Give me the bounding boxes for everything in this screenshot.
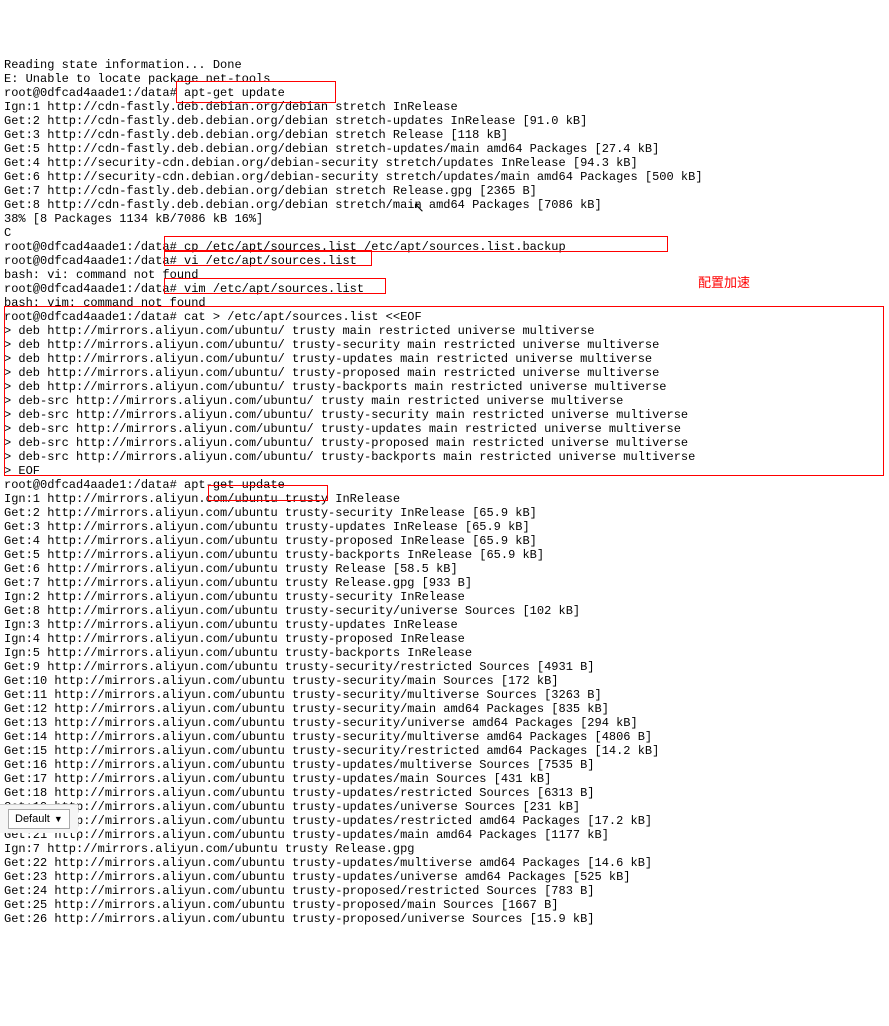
terminal-line: root@0dfcad4aade1:/data# apt-get update [4,86,885,100]
terminal-line: Get:15 http://mirrors.aliyun.com/ubuntu … [4,744,885,758]
encoding-dropdown[interactable]: Default ▼ [8,809,70,829]
terminal-line: Get:25 http://mirrors.aliyun.com/ubuntu … [4,898,885,912]
terminal-line: Get:13 http://mirrors.aliyun.com/ubuntu … [4,716,885,730]
terminal-line: Ign:1 http://mirrors.aliyun.com/ubuntu t… [4,492,885,506]
terminal-line: Get:5 http://cdn-fastly.deb.debian.org/d… [4,142,885,156]
terminal-line: Get:19 http://mirrors.aliyun.com/ubuntu … [4,800,885,814]
terminal-line: Get:14 http://mirrors.aliyun.com/ubuntu … [4,730,885,744]
terminal-line: Reading state information... Done [4,58,885,72]
terminal-line: Get:2 http://mirrors.aliyun.com/ubuntu t… [4,506,885,520]
terminal-line: > deb http://mirrors.aliyun.com/ubuntu/ … [4,380,885,394]
terminal-line: bash: vim: command not found [4,296,885,310]
terminal-line: Ign:5 http://mirrors.aliyun.com/ubuntu t… [4,646,885,660]
terminal-line: Get:9 http://mirrors.aliyun.com/ubuntu t… [4,660,885,674]
terminal-line: > deb-src http://mirrors.aliyun.com/ubun… [4,422,885,436]
terminal-line: Get:17 http://mirrors.aliyun.com/ubuntu … [4,772,885,786]
terminal-line: > deb-src http://mirrors.aliyun.com/ubun… [4,394,885,408]
terminal-line: Get:4 http://mirrors.aliyun.com/ubuntu t… [4,534,885,548]
terminal-line: > deb-src http://mirrors.aliyun.com/ubun… [4,450,885,464]
terminal-line: Get:8 http://cdn-fastly.deb.debian.org/d… [4,198,885,212]
terminal-line: Get:3 http://mirrors.aliyun.com/ubuntu t… [4,520,885,534]
status-bar: Default ▼ [0,804,78,833]
terminal-line: root@0dfcad4aade1:/data# cp /etc/apt/sou… [4,240,885,254]
terminal-line: Ign:1 http://cdn-fastly.deb.debian.org/d… [4,100,885,114]
terminal-line: > EOF [4,464,885,478]
terminal-line: root@0dfcad4aade1:/data# apt-get update [4,478,885,492]
terminal-line: > deb-src http://mirrors.aliyun.com/ubun… [4,436,885,450]
terminal-line: Get:6 http://mirrors.aliyun.com/ubuntu t… [4,562,885,576]
terminal-line: Get:12 http://mirrors.aliyun.com/ubuntu … [4,702,885,716]
terminal-line: Get:7 http://cdn-fastly.deb.debian.org/d… [4,184,885,198]
terminal-line: Get:3 http://cdn-fastly.deb.debian.org/d… [4,128,885,142]
terminal-line: Get:10 http://mirrors.aliyun.com/ubuntu … [4,674,885,688]
terminal-line: root@0dfcad4aade1:/data# cat > /etc/apt/… [4,310,885,324]
terminal-line: > deb http://mirrors.aliyun.com/ubuntu/ … [4,366,885,380]
encoding-label: Default [15,812,50,826]
terminal-line: > deb http://mirrors.aliyun.com/ubuntu/ … [4,338,885,352]
annotation-label: 配置加速 [698,276,750,290]
chevron-down-icon: ▼ [54,812,63,826]
terminal-line: Get:16 http://mirrors.aliyun.com/ubuntu … [4,758,885,772]
terminal-line: root@0dfcad4aade1:/data# vi /etc/apt/sou… [4,254,885,268]
terminal-line: Get:20 http://mirrors.aliyun.com/ubuntu … [4,814,885,828]
terminal-line: bash: vi: command not found [4,268,885,282]
terminal-line: root@0dfcad4aade1:/data# vim /etc/apt/so… [4,282,885,296]
terminal-line: 38% [8 Packages 1134 kB/7086 kB 16%] [4,212,885,226]
terminal-line: Ign:7 http://mirrors.aliyun.com/ubuntu t… [4,842,885,856]
terminal-line: Get:6 http://security-cdn.debian.org/deb… [4,170,885,184]
terminal-output[interactable]: Reading state information... DoneE: Unab… [4,58,885,926]
terminal-line: Get:4 http://security-cdn.debian.org/deb… [4,156,885,170]
terminal-line: Get:7 http://mirrors.aliyun.com/ubuntu t… [4,576,885,590]
terminal-line: Get:26 http://mirrors.aliyun.com/ubuntu … [4,912,885,926]
terminal-line: E: Unable to locate package net-tools [4,72,885,86]
terminal-line: Get:11 http://mirrors.aliyun.com/ubuntu … [4,688,885,702]
terminal-line: Get:5 http://mirrors.aliyun.com/ubuntu t… [4,548,885,562]
terminal-line: Get:8 http://mirrors.aliyun.com/ubuntu t… [4,604,885,618]
terminal-line: C [4,226,885,240]
terminal-line: > deb http://mirrors.aliyun.com/ubuntu/ … [4,324,885,338]
terminal-line: Get:23 http://mirrors.aliyun.com/ubuntu … [4,870,885,884]
terminal-line: Get:21 http://mirrors.aliyun.com/ubuntu … [4,828,885,842]
terminal-line: Get:2 http://cdn-fastly.deb.debian.org/d… [4,114,885,128]
terminal-line: > deb-src http://mirrors.aliyun.com/ubun… [4,408,885,422]
terminal-line: Ign:3 http://mirrors.aliyun.com/ubuntu t… [4,618,885,632]
terminal-line: Get:22 http://mirrors.aliyun.com/ubuntu … [4,856,885,870]
mouse-cursor-icon: ↖ [413,202,425,216]
terminal-line: Ign:2 http://mirrors.aliyun.com/ubuntu t… [4,590,885,604]
terminal-line: Get:18 http://mirrors.aliyun.com/ubuntu … [4,786,885,800]
terminal-line: > deb http://mirrors.aliyun.com/ubuntu/ … [4,352,885,366]
terminal-line: Get:24 http://mirrors.aliyun.com/ubuntu … [4,884,885,898]
terminal-line: Ign:4 http://mirrors.aliyun.com/ubuntu t… [4,632,885,646]
